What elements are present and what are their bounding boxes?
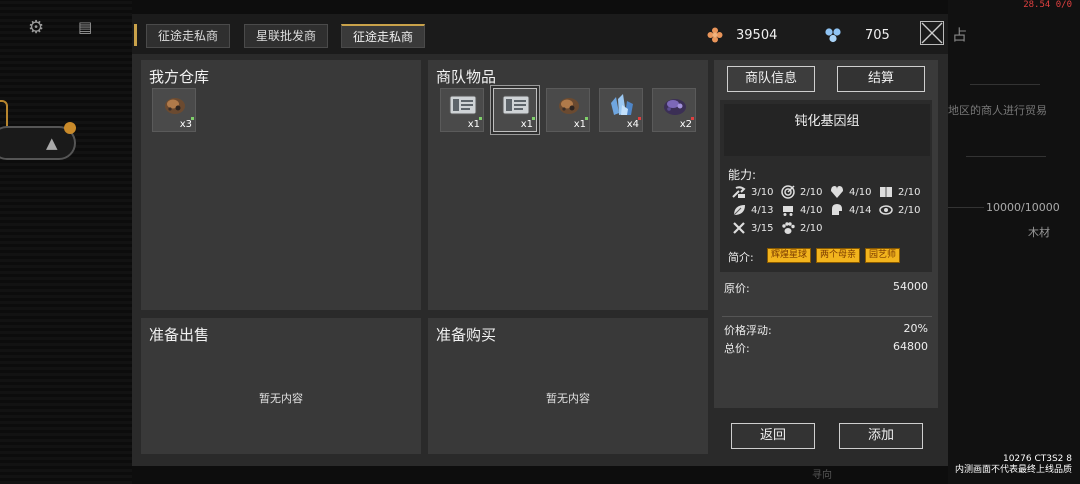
gear-icon[interactable]: ⚙ (28, 18, 48, 38)
empty-message: 暂无内容 (259, 392, 303, 405)
prepare-sell-title: 准备出售 (149, 326, 210, 344)
intro-label: 简介: (728, 251, 754, 264)
close-button[interactable] (920, 21, 944, 45)
stat-paw: 2/10 (780, 221, 822, 235)
background-description: 地区的商人进行贸易 (948, 104, 1047, 117)
stat-helmet: 4/14 (829, 203, 871, 217)
original-price-value: 54000 (893, 280, 928, 293)
background-map-left (0, 0, 132, 484)
tab-settlement[interactable]: 结算 (837, 66, 925, 92)
back-button[interactable]: 返回 (731, 423, 815, 449)
warning-icon: ▲ (46, 134, 58, 152)
empty-message: 暂无内容 (546, 392, 590, 405)
stat-leaf: 4/13 (731, 203, 773, 217)
tools-icon (731, 221, 747, 235)
helmet-icon (829, 203, 845, 217)
stat-book: 2/10 (878, 185, 920, 199)
game-screen: ⚙ ▤ ▲ 占 地区的商人进行贸易 10000/10000 木材 寻向 28.5… (0, 0, 1080, 484)
ore-chunk-icon (161, 93, 189, 117)
caravan-slot[interactable]: x2 (652, 88, 696, 132)
paw-icon (780, 221, 796, 235)
original-price-label: 原价: (724, 282, 750, 295)
background-bottom-text: 寻向 (812, 470, 832, 481)
mining-icon (731, 185, 747, 199)
stat-target: 2/10 (780, 185, 822, 199)
background-partial-text: 占 (952, 26, 968, 44)
stat-heart: 4/10 (829, 185, 871, 199)
fps-counter: 28.54 0/0 (1023, 0, 1072, 10)
caravan-slot[interactable]: x1 (546, 88, 590, 132)
item-quantity: x1 (467, 119, 480, 130)
caravan-items-title: 商队物品 (436, 68, 497, 86)
gene-chip-icon (502, 93, 530, 117)
target-icon (780, 185, 796, 199)
prepare-buy-panel: 准备购买 暂无内容 (428, 318, 708, 454)
item-quantity: x1 (520, 119, 533, 130)
gene-chip-icon (449, 93, 477, 117)
total-price-value: 64800 (893, 340, 928, 353)
add-button[interactable]: 添加 (839, 423, 923, 449)
trait-tag[interactable]: 两个母亲 (816, 248, 861, 263)
gold-currency: 39504 (706, 26, 777, 44)
heart-icon (829, 185, 845, 199)
item-quantity: x4 (626, 119, 639, 130)
stat-cart: 4/10 (780, 203, 822, 217)
item-name: 钝化基因组 (794, 114, 860, 129)
stat-tools: 3/15 (731, 221, 773, 235)
chat-icon[interactable]: ▤ (78, 18, 98, 36)
ore-chunk-icon (555, 93, 583, 117)
blue-crystal-icon (824, 26, 842, 44)
trait-tag[interactable]: 园艺师 (865, 248, 901, 263)
my-storage-title: 我方仓库 (149, 68, 210, 86)
stat-mining: 3/10 (731, 185, 773, 199)
price-fluctuation-label: 价格浮动: (724, 324, 772, 337)
storage-slot[interactable]: x3 (152, 88, 196, 132)
price-fluctuation-value: 20% (903, 322, 928, 335)
eye-icon (878, 203, 894, 217)
prepare-buy-title: 准备购买 (436, 326, 497, 344)
crystal-currency: 705 (824, 26, 890, 44)
orange-gem-icon (706, 26, 724, 44)
caravan-slot-selected[interactable]: x1 (493, 88, 537, 132)
prepare-sell-panel: 准备出售 暂无内容 (141, 318, 421, 454)
tab-smuggler-2[interactable]: 征途走私商 (341, 24, 426, 48)
gold-amount: 39504 (736, 27, 778, 43)
caravan-slot[interactable]: x1 (440, 88, 484, 132)
background-panel-right (948, 0, 1080, 484)
cart-icon (780, 203, 796, 217)
leaf-icon (731, 203, 747, 217)
item-quantity: x1 (573, 119, 586, 130)
blue-crystal-cluster-icon (608, 93, 636, 117)
tab-caravan-info[interactable]: 商队信息 (727, 66, 815, 92)
book-icon (878, 185, 894, 199)
trait-tag[interactable]: 辉煌星球 (767, 248, 812, 263)
item-quantity: x2 (679, 119, 692, 130)
build-notice: 10276 CT3S2 8 内测画面不代表最终上线品质 (954, 454, 1072, 475)
purple-ore-icon (661, 93, 689, 117)
caravan-slot[interactable]: x4 (599, 88, 643, 132)
tab-smuggler-1[interactable]: 征途走私商 (146, 24, 231, 48)
notification-dot (64, 122, 76, 134)
stat-eye: 2/10 (878, 203, 920, 217)
tab-wholesaler[interactable]: 星联批发商 (244, 24, 329, 48)
crystal-amount: 705 (865, 27, 890, 43)
close-icon (921, 22, 943, 44)
background-resource-value: 10000/10000 (986, 201, 1060, 214)
total-price-label: 总价: (724, 342, 750, 355)
ability-label: 能力: (728, 168, 757, 182)
background-resource-name: 木材 (1028, 226, 1050, 239)
item-quantity: x3 (179, 119, 192, 130)
